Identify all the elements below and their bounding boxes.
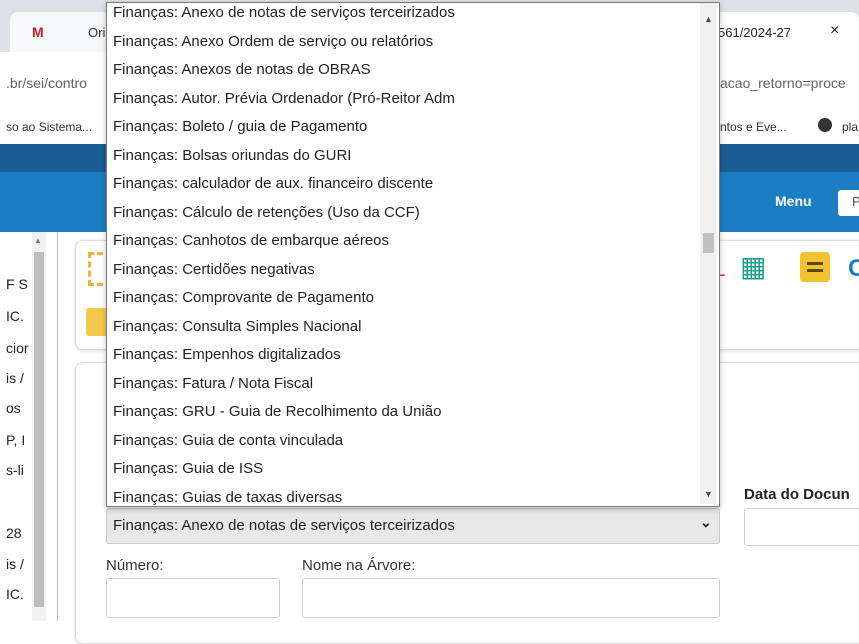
chevron-down-icon[interactable]: ⌄ [700,514,712,531]
menu-button[interactable]: Menu [775,193,812,209]
folder-icon[interactable] [86,308,108,336]
selection-bracket-icon[interactable] [88,252,103,286]
dropdown-option[interactable]: Finanças: calculador de aux. financeiro … [107,170,702,199]
dropdown-option[interactable]: Finanças: Canhotos de embarque aéreos [107,227,702,256]
dropdown-scrollbar-thumb[interactable] [703,233,714,253]
numero-input[interactable] [106,578,280,618]
sidebar-text[interactable]: 28 [6,525,22,541]
url-text-end: acao_retorno=proce [720,75,846,91]
document-type-dropdown-list[interactable]: Finanças: Anexo de notas de serviços ter… [106,2,720,507]
sidebar-text[interactable]: is / [6,370,24,386]
data-documento-input[interactable] [744,508,859,546]
scroll-up-icon[interactable]: ▲ [704,14,713,24]
dropdown-option[interactable]: Finanças: Certidões negativas [107,256,702,285]
dropdown-scrollbar[interactable] [700,3,717,504]
dropdown-option[interactable]: Finanças: Anexo de notas de serviços ter… [107,3,702,28]
building-icon[interactable]: ▦ [740,250,766,283]
dropdown-option[interactable]: Finanças: Guias de taxas diversas [107,484,702,507]
numero-label: Número: [106,557,164,574]
sidebar-text[interactable]: F S [6,276,28,292]
bookmark-item[interactable]: so ao Sistema... [6,120,92,134]
dropdown-option[interactable]: Finanças: Bolsas oriundas do GURI [107,142,702,171]
dropdown-option[interactable]: Finanças: Boleto / guia de Pagamento [107,113,702,142]
close-tab-icon[interactable]: × [830,22,839,40]
globe-icon [818,118,832,132]
tab-title: 561/2024-27 [718,25,792,40]
sidebar-text[interactable]: IC. [6,586,24,602]
dropdown-option[interactable]: Finanças: GRU - Guia de Recolhimento da … [107,398,702,427]
scroll-up-icon[interactable]: ▲ [34,236,42,245]
c-icon[interactable]: C [848,255,859,283]
dropdown-option[interactable]: Finanças: Anexos de notas de OBRAS [107,56,702,85]
note-icon[interactable] [800,252,830,282]
dropdown-option[interactable]: Finanças: Autor. Prévia Ordenador (Pró-R… [107,85,702,114]
sidebar-text[interactable]: os [6,400,21,416]
bookmark-item[interactable]: ntos e Eve... [720,120,787,134]
dropdown-option[interactable]: Finanças: Comprovante de Pagamento [107,284,702,313]
dropdown-option[interactable]: Finanças: Empenhos digitalizados [107,341,702,370]
search-input-text: P [852,194,859,209]
divider [57,232,58,621]
sidebar-text[interactable]: IC. [6,308,24,324]
nome-arvore-label: Nome na Árvore: [302,557,416,574]
note-icon-line [807,269,823,272]
sidebar-text[interactable]: is / [6,556,24,572]
dropdown-option[interactable]: Finanças: Consulta Simples Nacional [107,313,702,342]
url-text: .br/sei/contro [6,75,87,91]
data-documento-label: Data do Docun [744,486,850,503]
dropdown-option[interactable]: Finanças: Guia de conta vinculada [107,427,702,456]
document-type-selected-value: Finanças: Anexo de notas de serviços ter… [113,517,455,534]
dropdown-option[interactable]: Finanças: Anexo Ordem de serviço ou rela… [107,28,702,57]
sidebar-text[interactable]: cior [6,340,29,356]
sidebar-text[interactable]: P, I [6,432,25,448]
dropdown-option[interactable]: Finanças: Fatura / Nota Fiscal [107,370,702,399]
scroll-down-icon[interactable]: ▼ [704,489,713,499]
sidebar-text[interactable]: s-li [6,462,24,478]
dropdown-option[interactable]: Finanças: Cálculo de retenções (Uso da C… [107,199,702,228]
nome-arvore-input[interactable] [302,578,720,618]
dropdown-options: Finanças: Anexo de notas de serviços ter… [107,3,702,507]
note-icon-line [807,262,823,265]
dropdown-option[interactable]: Finanças: Guia de ISS [107,455,702,484]
sidebar-scrollbar-thumb[interactable] [34,252,44,607]
bookmark-item[interactable]: pla [842,120,858,134]
gmail-icon: M [32,24,44,40]
